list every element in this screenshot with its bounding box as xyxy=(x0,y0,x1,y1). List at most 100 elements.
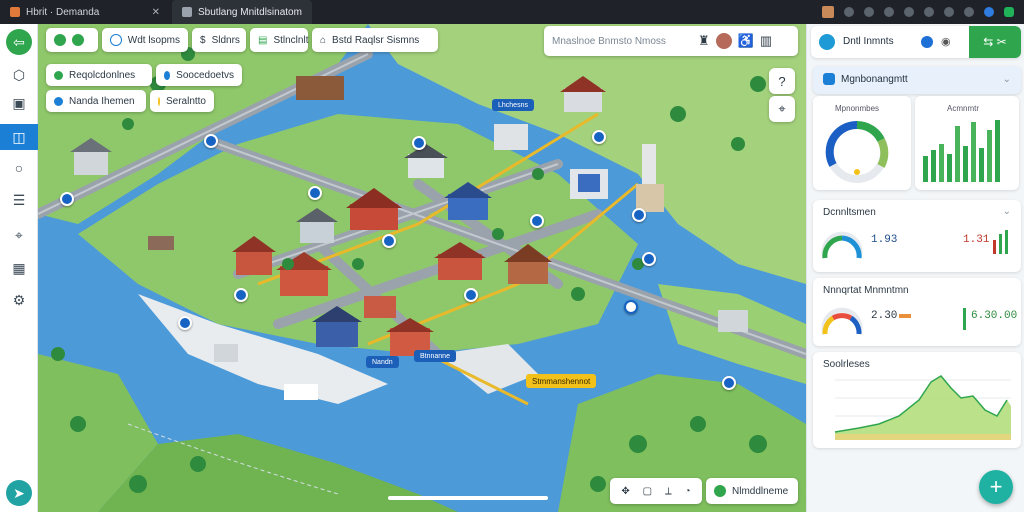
ruler-icon[interactable]: ⟂ xyxy=(665,486,672,497)
back-home-button[interactable]: ⇦ xyxy=(6,29,32,55)
user-avatar[interactable] xyxy=(715,33,732,49)
circle-icon[interactable]: ○ xyxy=(6,155,32,181)
leaf-icon xyxy=(54,70,63,80)
location-marker[interactable] xyxy=(382,234,396,248)
map-tag-station[interactable]: Stmmanshennot xyxy=(526,374,597,388)
map-tag-north[interactable]: Lhchesns xyxy=(492,99,534,111)
profile-icon[interactable] xyxy=(984,7,994,17)
location-marker[interactable] xyxy=(204,134,218,148)
filter-chip-3[interactable]: ▤ Stlnclnlt xyxy=(250,28,308,52)
move-icon[interactable]: ✥ xyxy=(621,486,629,497)
city-map-canvas[interactable]: Wdt lsopms $ Sldnrs ▤ Stlnclnlt ⌂ Bstd R… xyxy=(38,24,806,512)
bus-icon: ▤ xyxy=(258,34,268,46)
bottom-map-tools: ✥ ▢ ⟂ ◔ xyxy=(610,478,702,504)
route-icon[interactable] xyxy=(72,34,84,46)
area-chart xyxy=(834,375,1011,440)
chart-icon xyxy=(54,96,63,106)
close-tab-icon[interactable]: ✕ xyxy=(152,7,160,18)
browser-tab-1[interactable]: Hbrit · Demanda ✕ xyxy=(0,0,170,24)
add-button[interactable]: + xyxy=(979,470,1013,504)
toggle-view-button[interactable]: ⇆ ✂ xyxy=(969,26,1021,58)
sync-icon[interactable] xyxy=(1004,7,1014,17)
ring-gauge xyxy=(821,231,863,259)
extension-icon[interactable] xyxy=(884,7,894,17)
bar-card: Acmnmtr xyxy=(915,96,1019,190)
layer-chip-1-label: Reqolcdonlnes xyxy=(69,69,136,81)
keyboard-icon[interactable]: ▥ xyxy=(760,33,772,49)
tab-1-title: Hbrit · Demanda xyxy=(26,6,100,18)
gauge-card: Mpnonmbes xyxy=(813,96,911,190)
location-marker[interactable] xyxy=(530,214,544,228)
map-tag-south[interactable]: Nandn xyxy=(366,356,399,368)
panel-title: Dntl Inmnts xyxy=(843,36,894,47)
info-icon[interactable]: ◉ xyxy=(941,35,951,48)
search-input[interactable]: Mnaslnoe Bnmsto Nmoss xyxy=(552,36,692,47)
layer-chip-2[interactable]: Soocedoetvs xyxy=(156,64,242,86)
panel-header: Dntl Inmnts ◉ ⇆ ✂ xyxy=(811,26,1021,58)
status-button[interactable]: Nlmddlneme xyxy=(706,478,798,504)
compass-button[interactable]: ➤ xyxy=(6,480,32,506)
data-insights-panel: Dntl Inmnts ◉ ⇆ ✂ Mgnbonangmtt ⌄ Mpnonmb… xyxy=(806,24,1024,512)
info-marker[interactable] xyxy=(624,300,638,314)
metric-card-2-title: Nnnqrtat Mnmntmn xyxy=(823,285,909,296)
section-header[interactable]: Mgnbonangmtt ⌄ xyxy=(813,66,1021,94)
avatar-icon[interactable] xyxy=(822,6,834,18)
ring-gauge-2 xyxy=(821,307,863,335)
layer-chip-1[interactable]: Reqolcdonlnes xyxy=(46,64,152,86)
location-marker[interactable] xyxy=(412,136,426,150)
location-marker[interactable] xyxy=(592,130,606,144)
metric-card-2-value-right: 6.30.00 xyxy=(971,310,1018,322)
app-icon xyxy=(10,7,20,17)
recycle-icon[interactable] xyxy=(54,34,66,46)
refresh-icon[interactable] xyxy=(921,36,933,48)
metric-card-1-value-right: 1.31 xyxy=(963,234,990,246)
map-search-bar[interactable]: Mnaslnoe Bnmsto Nmoss ♜ ♿ ▥ xyxy=(544,26,798,56)
cube-icon[interactable]: ⬡ xyxy=(6,62,32,88)
map-tag-center[interactable]: Btnnanne xyxy=(414,350,456,362)
settings-icon[interactable]: ⚙ xyxy=(6,287,32,313)
page-icon xyxy=(182,7,192,17)
history-icon[interactable] xyxy=(904,7,914,17)
layer-chip-3[interactable]: Nanda Ihemen xyxy=(46,90,146,112)
location-marker[interactable] xyxy=(234,288,248,302)
status-label: Nlmddlneme xyxy=(732,485,789,497)
house-icon: ⌂ xyxy=(320,34,327,46)
filter-chip-3-label: Stlnclnlt xyxy=(273,34,309,46)
list-icon[interactable]: ☰ xyxy=(6,187,32,213)
location-marker[interactable] xyxy=(178,316,192,330)
clock-icon[interactable] xyxy=(944,7,954,17)
location-marker[interactable] xyxy=(722,376,736,390)
download-icon[interactable] xyxy=(924,7,934,17)
layer-chip-4[interactable]: Seralntto xyxy=(150,90,214,112)
lock-icon[interactable]: ▢ xyxy=(643,486,652,497)
browser-tab-2[interactable]: Sbutlang Mnitdlsinatom xyxy=(172,0,312,24)
grid-icon[interactable]: ▦ xyxy=(6,255,32,281)
area-chart-title: Soolrleses xyxy=(823,359,870,370)
bar-card-label: Acmnmtr xyxy=(947,104,979,113)
map-layers-icon[interactable]: ◫ xyxy=(0,124,38,150)
location-marker[interactable] xyxy=(464,288,478,302)
dashboard-icon xyxy=(823,73,835,85)
map-fold-icon[interactable]: ⌖ xyxy=(6,222,32,248)
timer-icon[interactable]: ◔ xyxy=(685,486,691,497)
shield-icon xyxy=(158,96,160,106)
location-marker[interactable] xyxy=(60,192,74,206)
camera-icon[interactable]: ▣ xyxy=(6,90,32,116)
filter-chip-1[interactable]: Wdt lsopms xyxy=(102,28,188,52)
location-marker[interactable] xyxy=(642,252,656,266)
chevron-down-icon[interactable]: ⌄ xyxy=(1003,206,1011,217)
filter-chip-4[interactable]: ⌂ Bstd Raqlsr Sismns xyxy=(312,28,438,52)
location-marker[interactable] xyxy=(308,186,322,200)
locate-icon[interactable]: ⌖ xyxy=(769,96,795,122)
question-icon[interactable]: ? xyxy=(769,68,795,94)
bookmark-icon[interactable] xyxy=(864,7,874,17)
layer-chip-4-label: Seralntto xyxy=(165,95,206,107)
menu-icon[interactable] xyxy=(964,7,974,17)
filter-chip-2[interactable]: $ Sldnrs xyxy=(192,28,246,52)
accessibility-icon[interactable]: ♿ xyxy=(738,33,754,49)
location-marker[interactable] xyxy=(632,208,646,222)
pin-icon[interactable]: ♜ xyxy=(698,33,710,49)
refresh-icon[interactable] xyxy=(844,7,854,17)
chevron-down-icon[interactable]: ⌄ xyxy=(1003,74,1011,85)
quick-actions-group xyxy=(46,28,98,52)
